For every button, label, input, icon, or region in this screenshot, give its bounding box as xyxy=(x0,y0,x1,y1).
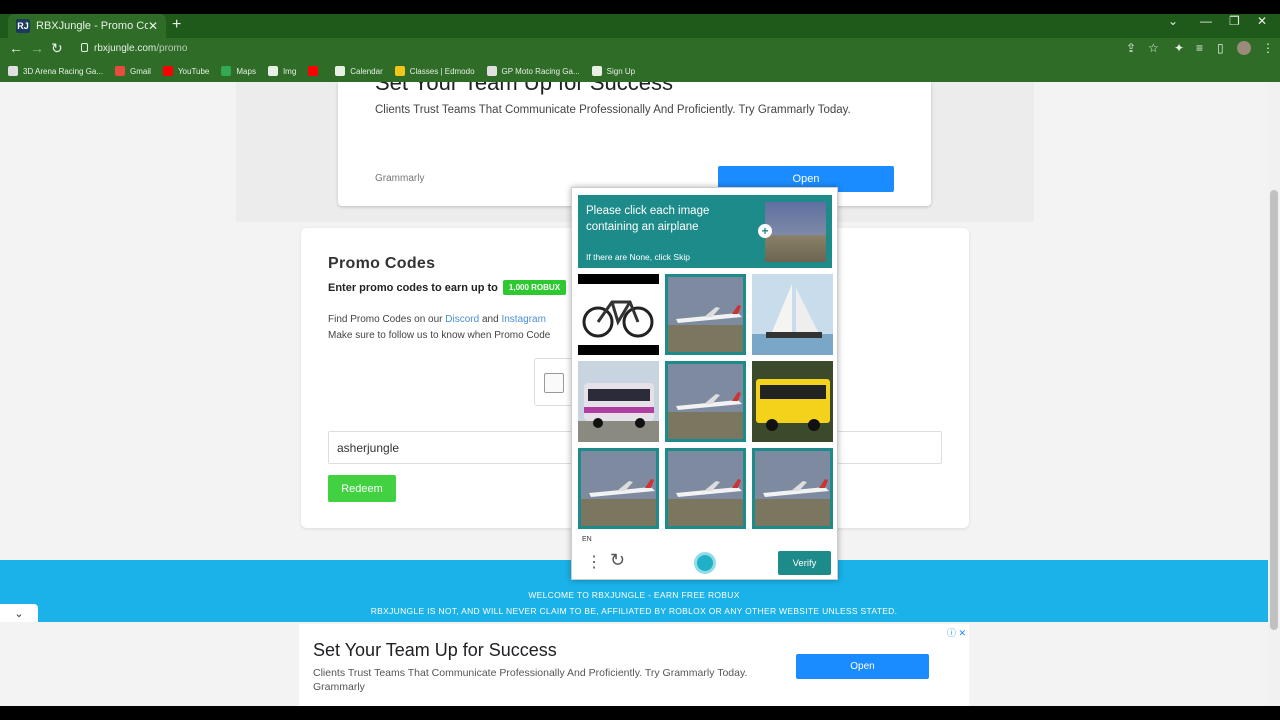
game-icon xyxy=(8,66,18,76)
browser-tab[interactable]: RJ RBXJungle - Promo Codes ✕ xyxy=(8,14,166,38)
verify-button[interactable]: Verify xyxy=(778,551,831,575)
window-close-icon[interactable]: ✕ xyxy=(1257,14,1267,28)
new-tab-button[interactable]: + xyxy=(172,16,181,34)
language-selector[interactable]: EN xyxy=(582,536,592,543)
captcha-prompt: Please click each image containing an ai… xyxy=(586,205,710,233)
bottom-ad-headline[interactable]: Set Your Team Up for Success xyxy=(313,640,557,661)
bookmark-label: Maps xyxy=(236,66,256,76)
captcha-tile-bus[interactable] xyxy=(578,361,659,442)
scrollbar-thumb[interactable] xyxy=(1270,190,1278,630)
bottom-ad-open-button[interactable]: Open xyxy=(796,654,929,679)
share-icon[interactable]: ⇪ xyxy=(1126,41,1136,55)
find-prefix: Find Promo Codes on our xyxy=(328,314,443,325)
captcha-tile-airplane[interactable] xyxy=(665,361,746,442)
globe-icon xyxy=(591,66,602,76)
maps-icon xyxy=(221,66,232,76)
footer-welcome: WELCOME TO RBXJUNGLE - EARN FREE ROBUX xyxy=(528,590,740,600)
url-path: /promo xyxy=(156,43,188,54)
top-letterbox xyxy=(0,0,1280,14)
lock-icon xyxy=(81,43,88,52)
tab-close-icon[interactable]: ✕ xyxy=(148,19,158,33)
bookmark-item[interactable]: GP Moto Racing Ga... xyxy=(486,66,580,76)
menu-dots-icon[interactable]: ⋮ xyxy=(586,552,602,572)
plus-icon[interactable]: + xyxy=(758,224,772,238)
url-host: rbxjungle.com xyxy=(94,43,157,54)
game-icon xyxy=(486,66,497,76)
top-ad-headline[interactable]: Set Your Team Up for Success xyxy=(375,82,673,96)
bookmark-label: Gmail xyxy=(130,66,151,76)
bookmark-item[interactable]: Maps xyxy=(221,66,256,76)
captcha-header: Please click each image containing an ai… xyxy=(578,195,832,268)
bookmark-item[interactable]: Classes | Edmodo xyxy=(394,66,475,76)
bookmark-item[interactable]: Gmail xyxy=(115,66,151,76)
bookmark-label: YouTube xyxy=(177,66,210,76)
youtube-icon xyxy=(162,66,173,76)
back-icon[interactable]: ← xyxy=(9,40,23,56)
captcha-tile-airplane[interactable] xyxy=(665,274,746,355)
captcha-tile-airplane[interactable] xyxy=(665,448,746,529)
media-icon[interactable]: ≡ xyxy=(1196,41,1203,55)
discord-link[interactable]: Discord xyxy=(445,314,479,325)
captcha-skip-hint: If there are None, click Skip xyxy=(586,252,690,262)
minimize-icon[interactable]: — xyxy=(1200,14,1212,28)
bottom-letterbox xyxy=(0,706,1280,720)
bookmark-item[interactable]: Img xyxy=(267,66,297,76)
captcha-tile-sailboat[interactable] xyxy=(752,274,833,355)
reload-icon[interactable]: ↻ xyxy=(51,40,63,57)
globe-icon xyxy=(267,66,278,76)
refresh-icon[interactable]: ↻ xyxy=(610,550,625,571)
captcha-tile-bus[interactable] xyxy=(752,361,833,442)
forward-icon[interactable]: → xyxy=(30,40,44,56)
bookmark-item[interactable]: Calendar xyxy=(335,66,383,76)
extensions-icon[interactable]: ✦ xyxy=(1174,41,1184,55)
tab-title: RBXJungle - Promo Codes xyxy=(36,20,148,32)
bookmark-label: 3D Arena Racing Ga... xyxy=(23,66,104,76)
restore-icon[interactable]: ❐ xyxy=(1229,14,1240,28)
bookmark-item[interactable]: Sign Up xyxy=(591,66,636,76)
promo-find-text: Find Promo Codes on our Discord and Inst… xyxy=(328,312,550,344)
top-ad-brand: Grammarly xyxy=(375,173,425,184)
captcha-example-image xyxy=(765,202,826,262)
side-panel-icon[interactable]: ▯ xyxy=(1217,41,1224,55)
tab-search-icon[interactable]: ⌄ xyxy=(1168,14,1178,28)
menu-kebab-icon[interactable]: ⋮ xyxy=(1262,41,1274,55)
follow-text: Make sure to follow us to know when Prom… xyxy=(328,330,551,341)
bookmarks-bar: 3D Arena Racing Ga... Gmail YouTube Maps Img… xyxy=(0,60,1280,82)
bookmark-item[interactable]: 3D Arena Racing Ga... xyxy=(8,66,103,76)
bookmark-label: Sign Up xyxy=(606,66,636,76)
bookmark-item[interactable]: YouTube xyxy=(162,66,210,76)
bookmark-label: Calendar xyxy=(350,66,383,76)
captcha-checkbox[interactable] xyxy=(544,373,564,393)
bookmark-label: Img xyxy=(282,66,297,76)
find-and: and xyxy=(481,314,499,325)
globe-icon xyxy=(335,66,346,76)
bookmark-star-icon[interactable]: ☆ xyxy=(1148,41,1159,55)
promo-subtitle-text: Enter promo codes to earn up to xyxy=(328,281,498,294)
robux-badge: 1,000 ROBUX xyxy=(502,280,567,295)
top-ad-description: Clients Trust Teams That Communicate Pro… xyxy=(375,104,851,116)
bookmark-item[interactable] xyxy=(308,66,323,76)
hcaptcha-logo-icon xyxy=(694,552,716,574)
bottom-ad-description: Clients Trust Teams That Communicate Pro… xyxy=(313,667,748,693)
captcha-tile-bicycle[interactable] xyxy=(578,274,659,355)
bottom-ad[interactable]: ⓘ ✕ Set Your Team Up for Success Clients… xyxy=(299,624,969,706)
address-bar[interactable]: rbxjungle.com/promo xyxy=(74,40,1166,57)
bookmark-label: Classes | Edmodo xyxy=(409,66,475,76)
captcha-tile-airplane[interactable] xyxy=(752,448,833,529)
ad-info-close-icon[interactable]: ⓘ ✕ xyxy=(947,626,966,639)
footer-disclaimer: RBXJUNGLE IS NOT, AND WILL NEVER CLAIM T… xyxy=(370,606,898,616)
instagram-link[interactable]: Instagram xyxy=(501,314,545,325)
youtube-icon xyxy=(308,66,319,76)
gmail-icon xyxy=(115,66,126,76)
redeem-button[interactable]: Redeem xyxy=(328,475,396,502)
site-favicon-icon: RJ xyxy=(16,19,30,33)
promo-title: Promo Codes xyxy=(328,255,436,272)
bookmark-label: GP Moto Racing Ga... xyxy=(501,66,580,76)
edmodo-icon xyxy=(394,66,405,76)
captcha-challenge-dialog: Please click each image containing an ai… xyxy=(571,187,838,580)
chevron-down-icon[interactable]: ⌄ xyxy=(0,604,38,622)
captcha-tile-airplane[interactable] xyxy=(578,448,659,529)
promo-subtitle: Enter promo codes to earn up to 1,000 RO… xyxy=(328,280,567,295)
profile-avatar[interactable] xyxy=(1237,41,1251,55)
